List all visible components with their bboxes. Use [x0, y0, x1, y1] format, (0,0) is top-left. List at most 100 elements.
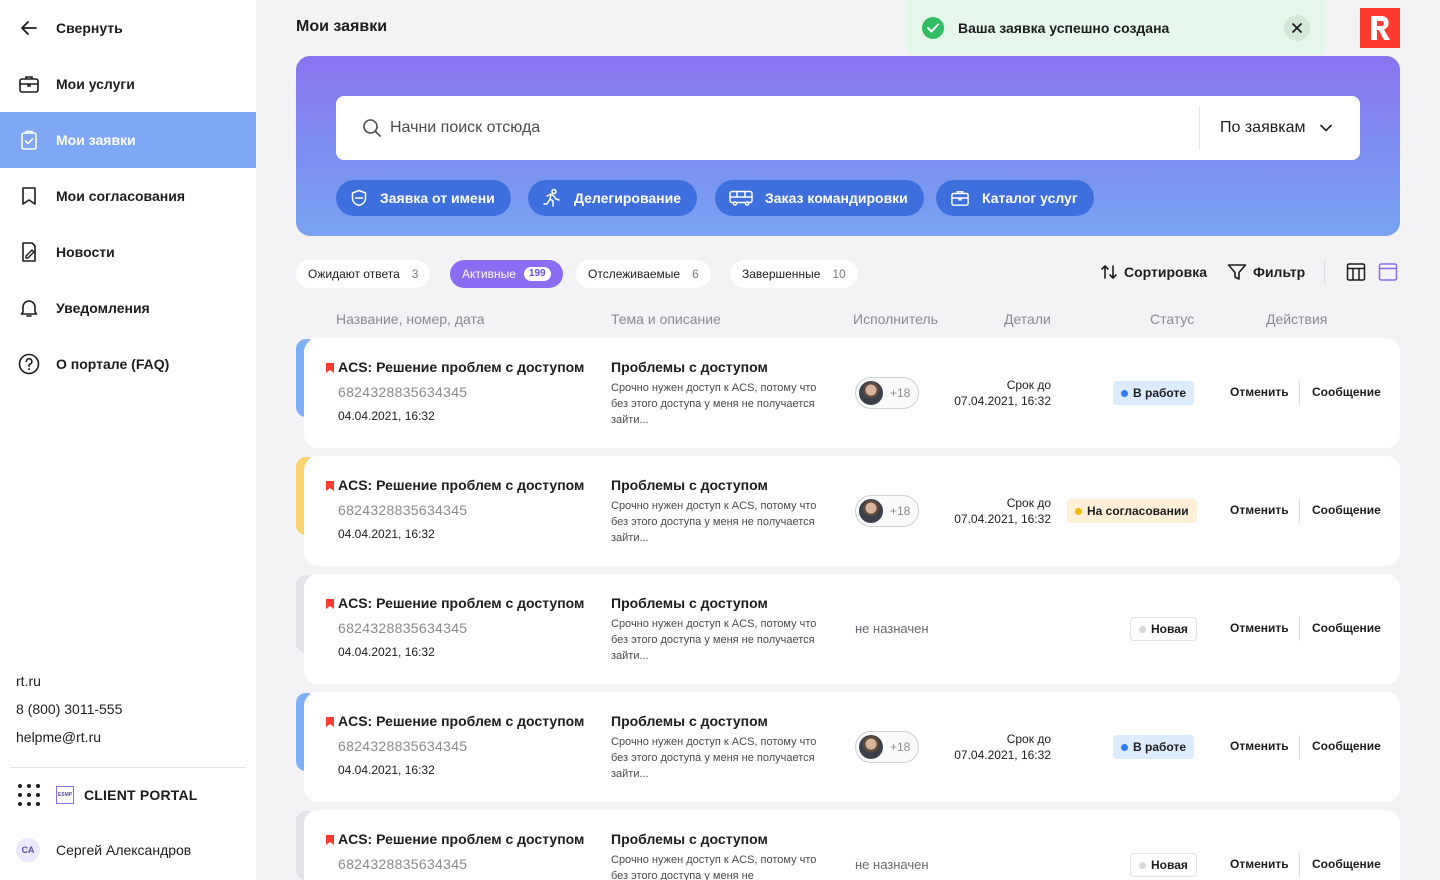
delegation-button[interactable]: Делегирование: [528, 180, 698, 216]
search-icon: [363, 119, 381, 137]
search-scope-dropdown[interactable]: По заявкам: [1220, 96, 1332, 160]
briefcase-icon: [18, 73, 40, 95]
status-dot: [1139, 625, 1146, 633]
tab-active[interactable]: Активные 199: [450, 260, 563, 288]
contact-phone[interactable]: 8 (800) 3011-555: [16, 701, 122, 717]
tab-completed[interactable]: Завершенные 10: [730, 260, 858, 288]
request-on-behalf-button[interactable]: Заявка от имени: [336, 180, 511, 216]
actions-separator: [1299, 735, 1300, 759]
toolbar-separator: [1324, 260, 1325, 284]
request-description: Срочно нужен доступ к ACS, потому что бе…: [611, 854, 817, 880]
assignee-group[interactable]: +18: [855, 495, 919, 527]
sidebar-item-news[interactable]: Новости: [0, 224, 256, 280]
brand-logo[interactable]: [1360, 8, 1400, 48]
priority-flag-icon: [326, 835, 334, 845]
question-circle-icon: [18, 353, 40, 375]
sort-button[interactable]: Сортировка: [1100, 260, 1207, 284]
search-input[interactable]: [390, 119, 1170, 137]
assignee-more-count: +18: [890, 386, 911, 400]
filter-button[interactable]: Фильтр: [1227, 260, 1305, 284]
assignee-group[interactable]: +18: [855, 377, 919, 409]
request-date: 04.04.2021, 16:32: [338, 409, 435, 423]
assignee-more-count: +18: [890, 504, 911, 518]
column-header-assignee[interactable]: Исполнитель: [853, 311, 938, 327]
apps-grid-icon[interactable]: [18, 784, 40, 806]
column-header-name[interactable]: Название, номер, дата: [336, 311, 485, 327]
cancel-button[interactable]: Отменить: [1230, 857, 1289, 871]
column-header-topic[interactable]: Тема и описание: [611, 311, 721, 327]
quick-action-label: Делегирование: [574, 190, 682, 206]
column-header-details[interactable]: Детали: [1004, 311, 1051, 327]
request-title[interactable]: ACS: Решение проблем с доступом: [338, 477, 584, 493]
contact-email[interactable]: helpme@rt.ru: [16, 729, 101, 745]
service-catalog-button[interactable]: Каталог услуг: [936, 180, 1094, 216]
search-separator: [1199, 106, 1200, 150]
cancel-button[interactable]: Отменить: [1230, 503, 1289, 517]
message-button[interactable]: Сообщение: [1312, 503, 1381, 517]
tab-count: 10: [832, 267, 846, 281]
chevron-down-icon: [1319, 124, 1332, 132]
bus-icon: [729, 190, 753, 206]
status-dot: [1121, 743, 1128, 751]
request-description: Срочно нужен доступ к ACS, потому что бе…: [611, 618, 817, 662]
column-header-status[interactable]: Статус: [1150, 311, 1194, 327]
sidebar-item-notifications[interactable]: Уведомления: [0, 280, 256, 336]
message-button[interactable]: Сообщение: [1312, 385, 1381, 399]
message-button[interactable]: Сообщение: [1312, 621, 1381, 635]
collapse-sidebar-button[interactable]: Свернуть: [0, 0, 256, 56]
table-row[interactable]: ACS: Решение проблем с доступом 68243288…: [304, 692, 1400, 802]
search-hero: По заявкам Заявка от имени Делегирование…: [296, 56, 1400, 236]
message-button[interactable]: Сообщение: [1312, 739, 1381, 753]
sidebar-item-label: Мои услуги: [56, 76, 135, 92]
tab-tracked[interactable]: Отслеживаемые 6: [576, 260, 711, 288]
assignee-group[interactable]: +18: [855, 731, 919, 763]
toast-close-button[interactable]: [1284, 15, 1310, 41]
sidebar-item-label: Мои согласования: [56, 188, 185, 204]
sidebar-item-approvals[interactable]: Мои согласования: [0, 168, 256, 224]
status-label: Новая: [1151, 858, 1188, 872]
tab-awaiting-response[interactable]: Ожидают ответа 3: [296, 260, 431, 288]
sidebar-item-requests[interactable]: Мои заявки: [0, 112, 256, 168]
search-bar: По заявкам: [336, 96, 1360, 160]
request-title[interactable]: ACS: Решение проблем с доступом: [338, 595, 584, 611]
table-view-icon[interactable]: [1346, 262, 1366, 282]
request-date: 04.04.2021, 16:32: [338, 763, 435, 777]
business-trip-button[interactable]: Заказ командировки: [715, 180, 924, 216]
actions-separator: [1299, 853, 1300, 877]
status-dot: [1121, 389, 1128, 397]
search-scope-value: По заявкам: [1220, 119, 1306, 136]
request-title[interactable]: ACS: Решение проблем с доступом: [338, 359, 584, 375]
actions-separator: [1299, 381, 1300, 405]
table-row[interactable]: ACS: Решение проблем с доступом 68243288…: [304, 574, 1400, 684]
request-title[interactable]: ACS: Решение проблем с доступом: [338, 713, 584, 729]
deadline-value: 07.04.2021, 16:32: [954, 512, 1051, 526]
tab-label: Завершенные: [742, 267, 821, 281]
bookmark-icon: [18, 185, 40, 207]
cancel-button[interactable]: Отменить: [1230, 739, 1289, 753]
sidebar-item-services[interactable]: Мои услуги: [0, 56, 256, 112]
sidebar: Свернуть Мои услуги Мои заявки Мои согла…: [0, 0, 256, 880]
success-toast: Ваша заявка успешно создана: [906, 0, 1326, 55]
cancel-button[interactable]: Отменить: [1230, 621, 1289, 635]
user-profile[interactable]: СА Сергей Александров: [16, 838, 191, 862]
sidebar-item-faq[interactable]: О портале (FAQ): [0, 336, 256, 392]
avatar: [859, 499, 883, 523]
card-view-icon[interactable]: [1378, 262, 1398, 282]
assignee-unassigned: не назначен: [855, 621, 929, 636]
table-row[interactable]: ACS: Решение проблем с доступом 68243288…: [304, 338, 1400, 448]
request-title[interactable]: ACS: Решение проблем с доступом: [338, 831, 584, 847]
column-header-actions[interactable]: Действия: [1266, 311, 1327, 327]
message-button[interactable]: Сообщение: [1312, 857, 1381, 871]
tab-count: 3: [411, 267, 419, 281]
tab-label: Отслеживаемые: [588, 267, 681, 281]
priority-flag-icon: [326, 717, 334, 727]
portal-switcher[interactable]: ESMP CLIENT PORTAL: [18, 784, 198, 806]
table-row[interactable]: ACS: Решение проблем с доступом 68243288…: [304, 810, 1400, 880]
cancel-button[interactable]: Отменить: [1230, 385, 1289, 399]
request-number: 6824328835634345: [338, 620, 468, 636]
request-description: Срочно нужен доступ к ACS, потому что бе…: [611, 382, 817, 426]
request-topic: Проблемы с доступом: [611, 477, 768, 493]
contact-site-link[interactable]: rt.ru: [16, 673, 41, 689]
row-fade: [1204, 456, 1228, 566]
table-row[interactable]: ACS: Решение проблем с доступом 68243288…: [304, 456, 1400, 566]
